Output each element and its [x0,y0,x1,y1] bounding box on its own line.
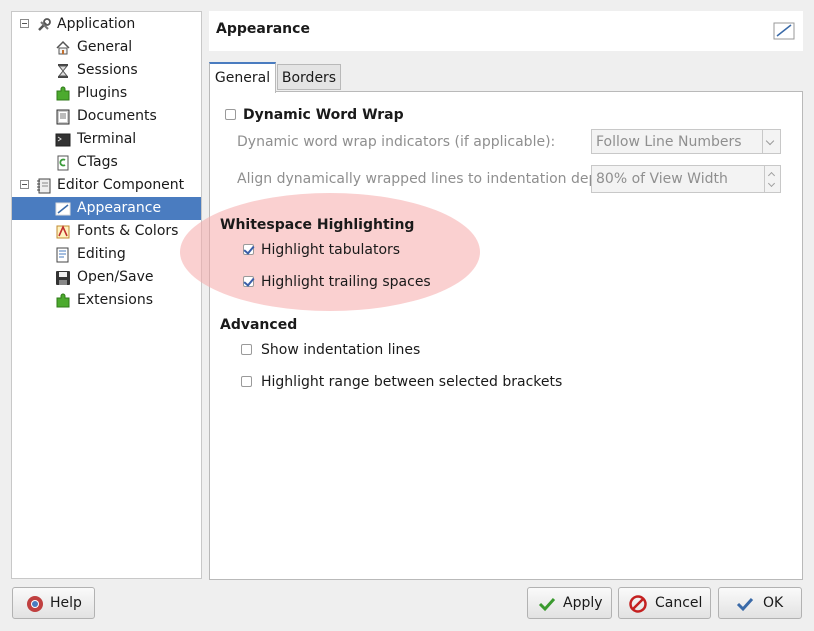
hourglass-icon [57,64,69,78]
wrench-icon [38,18,51,31]
help-icon [27,596,43,612]
fonts-colors-icon [56,225,70,239]
puzzle-icon [56,86,70,101]
align-wrapped-spinbox[interactable]: 80% of View Width [591,165,781,193]
tree-item-application[interactable]: Application [12,13,201,36]
wrap-indicators-label: Dynamic word wrap indicators (if applica… [237,134,556,150]
tree-item-editor-component[interactable]: Editor Component [12,174,201,197]
appearance-icon [773,22,795,40]
tab-general[interactable]: General [209,62,276,93]
tree-item-appearance[interactable]: Appearance [12,197,201,220]
dynamic-word-wrap-checkbox[interactable] [225,109,236,120]
tree-item-label: Editing [77,246,126,262]
whitespace-heading: Whitespace Highlighting [220,217,415,233]
checkmark-icon [736,597,754,612]
tree-item-editing[interactable]: Editing [12,243,201,266]
highlight-tabulators-label: Highlight tabulators [261,242,401,258]
chevron-down-icon[interactable] [767,179,776,188]
chevron-up-icon[interactable] [767,171,776,180]
dropdown-value: Follow Line Numbers [596,134,742,150]
tree-item-sessions[interactable]: Sessions [12,59,201,82]
tree-item-label: CTags [77,154,118,170]
tab-borders[interactable]: Borders [277,64,341,90]
tree-item-label: Application [57,16,136,32]
tree-item-fonts-colors[interactable]: Fonts & Colors [12,220,201,243]
home-icon [56,40,70,55]
cancel-button[interactable]: Cancel [618,587,711,619]
ctags-icon [57,155,69,171]
settings-tree: Application General Sessions Plugins Doc… [11,11,202,579]
terminal-icon [55,133,71,147]
tree-item-label: Open/Save [77,269,154,285]
tree-item-general[interactable]: General [12,36,201,59]
spin-buttons[interactable] [764,166,780,192]
apply-button[interactable]: Apply [527,587,612,619]
tree-item-label: Editor Component [57,177,185,193]
tree-item-label: Fonts & Colors [77,223,179,239]
spinbox-value: 80% of View Width [596,171,728,187]
checkmark-icon [538,597,556,612]
wrap-indicators-dropdown[interactable]: Follow Line Numbers [591,129,781,154]
editing-icon [56,247,69,263]
indentation-lines-label: Show indentation lines [261,342,421,358]
tree-item-label: General [77,39,133,55]
highlight-trailing-checkbox[interactable] [243,276,254,287]
tree-item-label: Appearance [77,200,162,216]
cancel-icon [629,595,647,613]
help-button-label: Help [50,595,82,611]
tree-item-documents[interactable]: Documents [12,105,201,128]
collapse-toggle[interactable] [20,180,29,189]
tree-item-plugins[interactable]: Plugins [12,82,201,105]
help-button[interactable]: Help [12,587,95,619]
tree-item-open-save[interactable]: Open/Save [12,266,201,289]
dynamic-word-wrap-label: Dynamic Word Wrap [243,107,404,123]
tree-item-label: Terminal [77,131,137,147]
tree-item-label: Documents [77,108,157,124]
bracket-range-checkbox[interactable] [241,376,252,387]
advanced-heading: Advanced [220,317,298,333]
highlight-trailing-label: Highlight trailing spaces [261,274,431,290]
puzzle-icon [56,293,70,308]
page-title: Appearance [216,21,310,37]
cancel-button-label: Cancel [655,595,703,611]
align-wrapped-label: Align dynamically wrapped lines to inden… [237,171,617,187]
tree-item-ctags[interactable]: CTags [12,151,201,174]
ok-button[interactable]: OK [718,587,802,619]
apply-button-label: Apply [563,595,603,611]
chevron-down-icon[interactable] [762,130,780,153]
tree-item-extensions[interactable]: Extensions [12,289,201,312]
collapse-toggle[interactable] [20,19,29,28]
indentation-lines-checkbox[interactable] [241,344,252,355]
ok-button-label: OK [763,595,784,611]
tree-item-terminal[interactable]: Terminal [12,128,201,151]
save-icon [56,271,70,285]
bracket-range-label: Highlight range between selected bracket… [261,374,563,390]
documents-icon [56,109,70,125]
tree-item-label: Extensions [77,292,154,308]
tree-item-label: Sessions [77,62,138,78]
notebook-icon [37,178,51,194]
highlight-tabulators-checkbox[interactable] [243,244,254,255]
appearance-icon [55,202,71,216]
page-header: Appearance [209,11,803,51]
tree-item-label: Plugins [77,85,128,101]
